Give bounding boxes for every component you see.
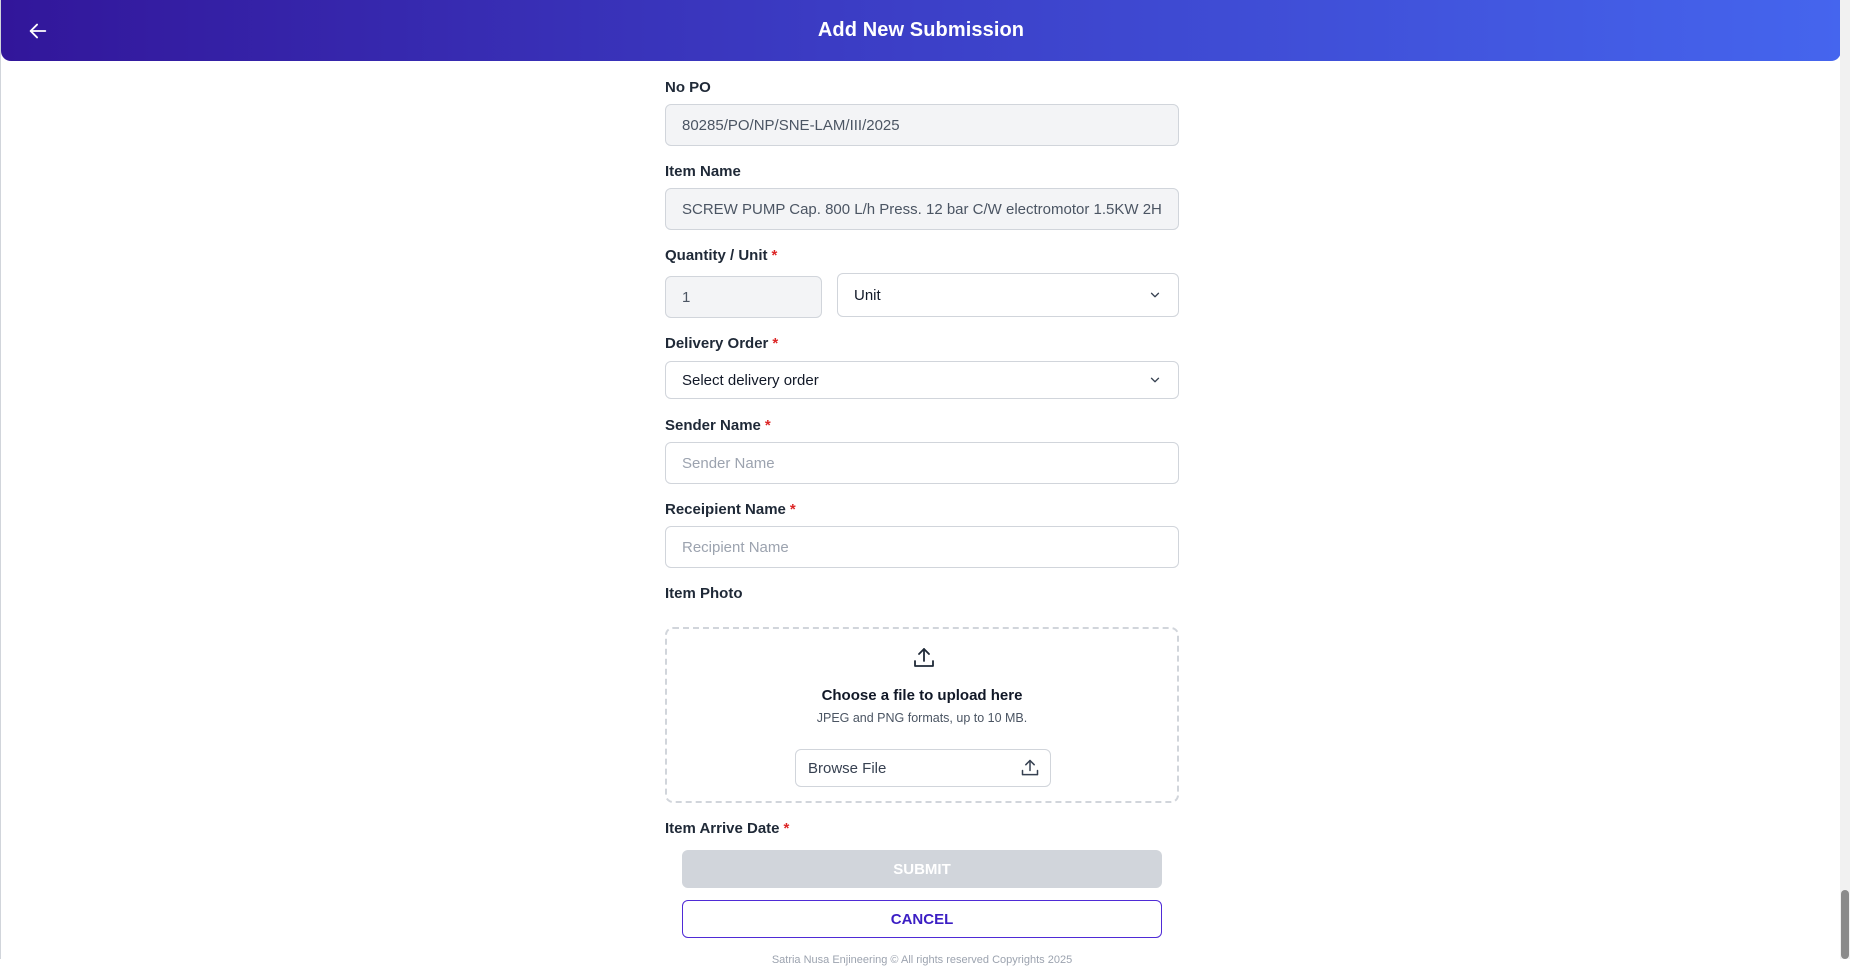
upload-hint: JPEG and PNG formats, up to 10 MB.: [816, 711, 1028, 725]
sender-name-label: Sender Name *: [665, 417, 771, 434]
item-arrive-date-label: Item Arrive Date *: [665, 820, 789, 837]
item-arrive-date-label-text: Item Arrive Date: [665, 820, 780, 837]
scrollbar-track[interactable]: [1840, 0, 1850, 959]
item-photo-label: Item Photo: [665, 585, 743, 602]
no-po-label: No PO: [665, 79, 711, 96]
app-window: Add New Submission No PO Item Name Quant…: [0, 0, 1841, 966]
chevron-down-icon: [1150, 377, 1160, 383]
cancel-button[interactable]: CANCEL: [682, 900, 1162, 938]
upload-icon: [1021, 759, 1039, 776]
item-name-input[interactable]: [665, 188, 1179, 230]
delivery-order-select[interactable]: Select delivery order: [665, 361, 1179, 399]
recipient-name-input[interactable]: [665, 526, 1179, 568]
required-mark: *: [771, 247, 778, 264]
upload-title: Choose a file to upload here: [821, 687, 1023, 704]
scrollbar-thumb[interactable]: [1841, 890, 1849, 959]
no-po-label-text: No PO: [665, 79, 711, 96]
submit-button-label: SUBMIT: [893, 860, 951, 878]
delivery-order-label-text: Delivery Order: [665, 335, 769, 352]
item-photo-label-text: Item Photo: [665, 585, 743, 602]
submission-form: No PO Item Name Quantity / Unit* Unit De…: [665, 0, 1179, 966]
photo-upload-dropzone[interactable]: Choose a file to upload here JPEG and PN…: [665, 627, 1179, 803]
required-mark: *: [783, 820, 790, 837]
sender-name-input[interactable]: [665, 442, 1179, 484]
upload-icon: [914, 648, 934, 667]
browse-file-label: Browse File: [808, 759, 887, 777]
quantity-input[interactable]: [665, 276, 822, 318]
delivery-order-select-value: Select delivery order: [682, 371, 819, 389]
item-name-label: Item Name: [665, 163, 741, 180]
required-mark: *: [772, 335, 779, 352]
quantity-unit-label: Quantity / Unit *: [665, 247, 777, 264]
cancel-button-label: CANCEL: [890, 910, 954, 928]
unit-select-value: Unit: [854, 286, 881, 304]
recipient-name-label-text: Receipient Name: [665, 501, 786, 518]
quantity-unit-label-text: Quantity / Unit: [665, 247, 768, 264]
browse-file-button[interactable]: Browse File: [795, 749, 1051, 787]
no-po-input[interactable]: [665, 104, 1179, 146]
delivery-order-label: Delivery Order *: [665, 335, 778, 352]
chevron-down-icon: [1150, 292, 1160, 298]
required-mark: *: [764, 417, 771, 434]
submit-button[interactable]: SUBMIT: [682, 850, 1162, 888]
footer-copyright: Satria Nusa Enjineering © All rights res…: [771, 954, 1073, 966]
item-name-label-text: Item Name: [665, 163, 741, 180]
back-button[interactable]: [23, 16, 53, 46]
unit-select[interactable]: Unit: [837, 273, 1179, 317]
arrow-left-icon: [29, 23, 47, 39]
required-mark: *: [789, 501, 796, 518]
sender-name-label-text: Sender Name: [665, 417, 761, 434]
recipient-name-label: Receipient Name *: [665, 501, 796, 518]
